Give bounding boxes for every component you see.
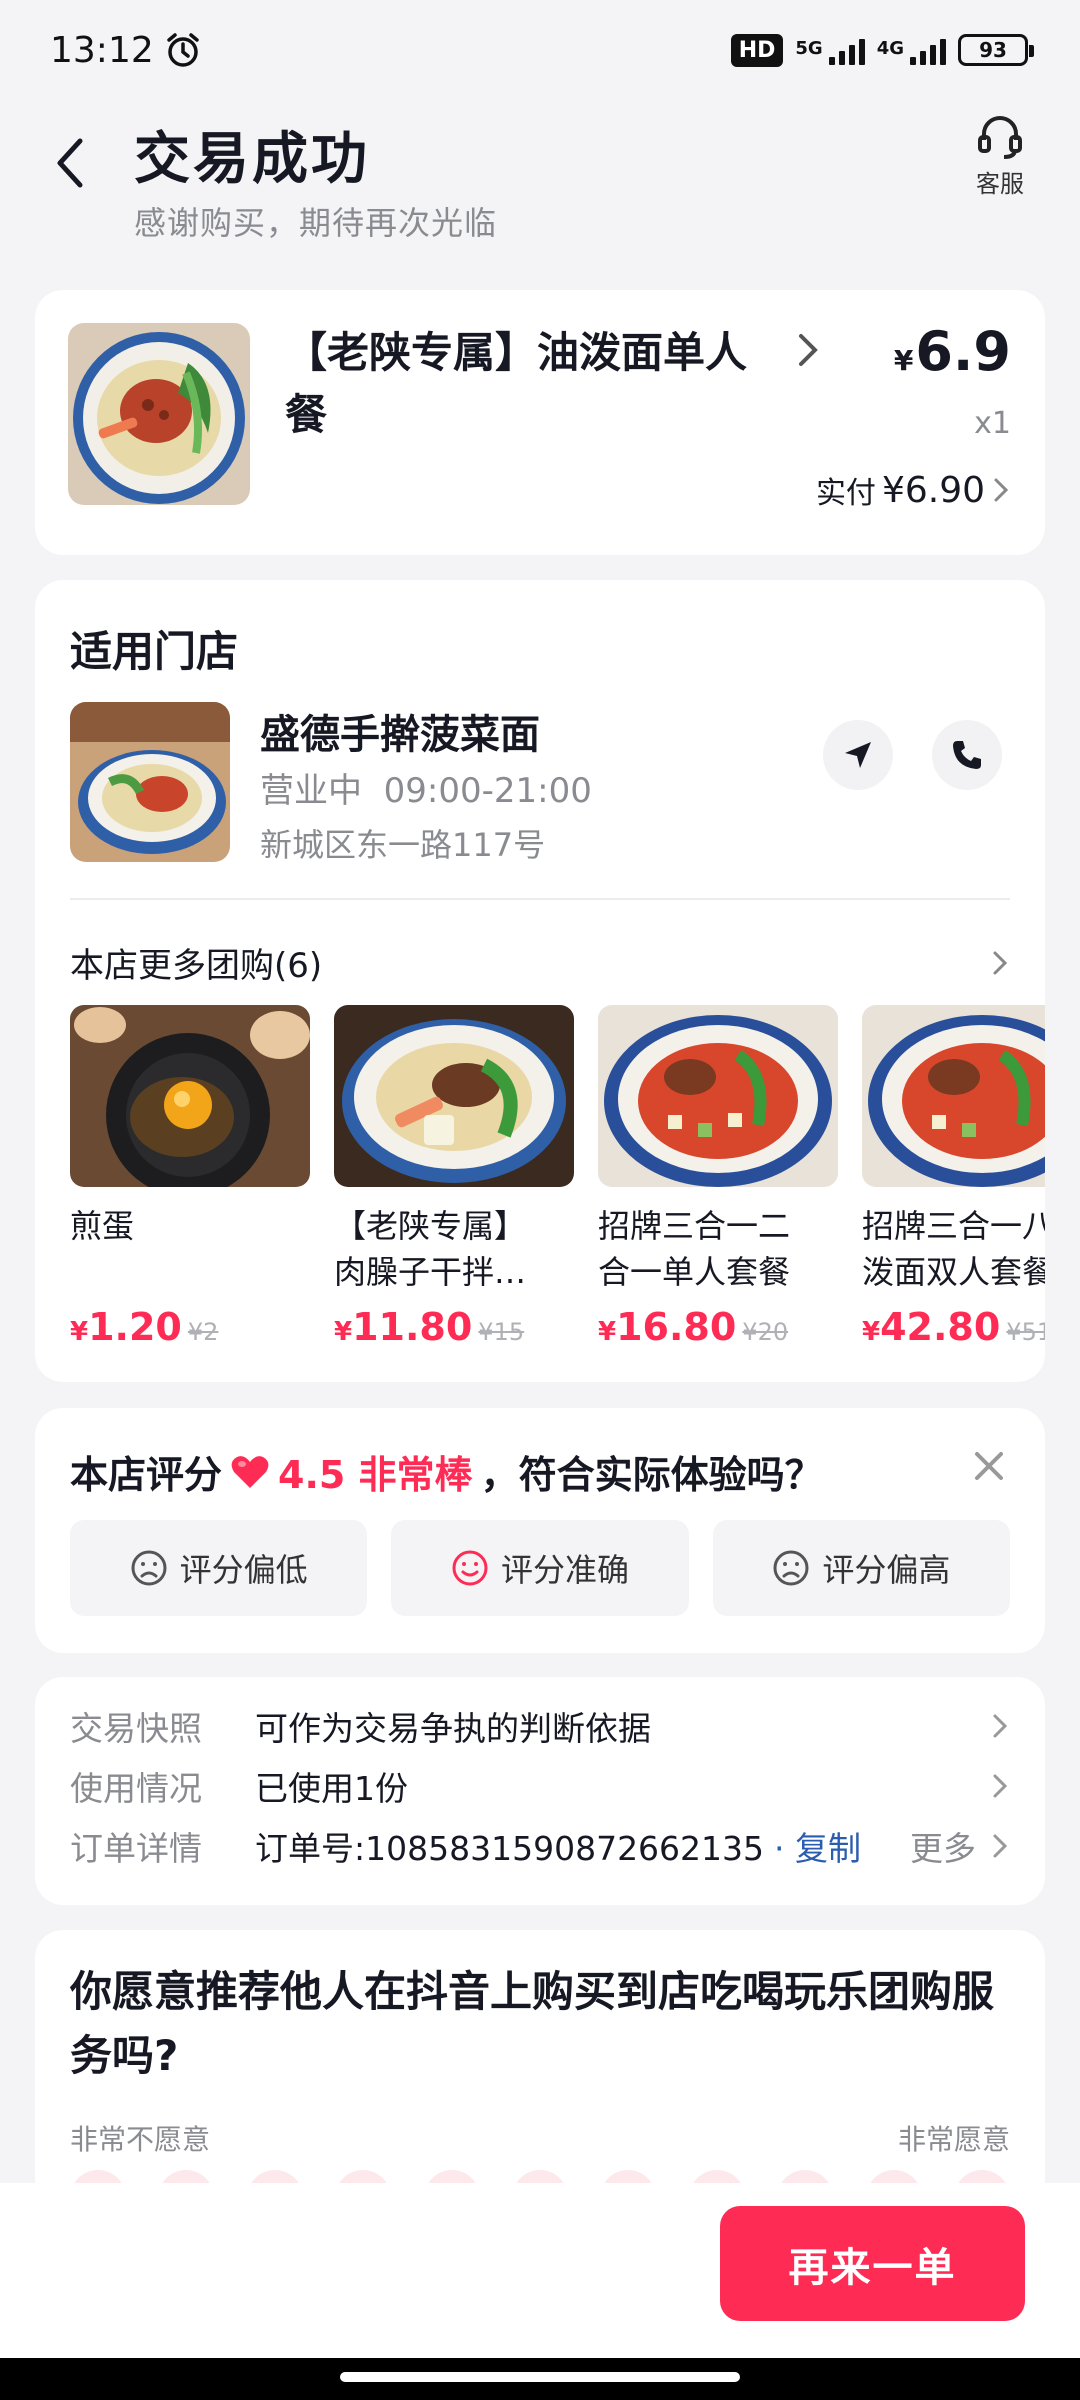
product-image xyxy=(68,323,250,505)
deal-price: ¥1.20 ¥2 xyxy=(70,1305,219,1349)
chevron-right-icon xyxy=(799,334,818,366)
battery-level: 93 xyxy=(979,38,1007,62)
close-icon[interactable] xyxy=(971,1448,1007,1484)
store-image[interactable] xyxy=(70,702,230,862)
deal-name: 招牌三合一八 泼面双人套餐 xyxy=(862,1207,1045,1291)
chevron-right-icon xyxy=(993,1714,1008,1738)
alarm-icon xyxy=(167,33,199,67)
store-name[interactable]: 盛德手擀菠菜面 xyxy=(260,702,540,760)
call-button[interactable] xyxy=(932,720,1002,790)
deal-image xyxy=(862,1005,1045,1187)
service-label: 客服 xyxy=(976,170,1024,198)
store-section-title: 适用门店 xyxy=(70,627,239,676)
deal-price: ¥42.80 ¥51 xyxy=(862,1305,1045,1349)
divider xyxy=(70,898,1010,900)
deals-carousel[interactable]: 煎蛋 ¥1.20 ¥2 【老陕专属】 肉臊子干拌… ¥11.80 ¥15 招牌三… xyxy=(70,1005,1045,1365)
headset-icon xyxy=(978,116,1022,159)
signal-icon xyxy=(828,35,865,65)
rating-high-button[interactable]: 评分偏高 xyxy=(712,1520,1010,1616)
paid-amount: ¥6.90 xyxy=(881,469,985,511)
rating-options: 评分偏低 评分准确 评分偏高 xyxy=(70,1520,1010,1616)
product-card[interactable]: 【老陕专属】油泼面单人餐 ¥6.9 x1 实付 ¥6.90 xyxy=(35,290,1045,555)
rating-question: 本店评分 4.5 非常棒 ，符合实际体验吗？ xyxy=(70,1444,823,1499)
paid-amount-row[interactable]: 实付 ¥6.90 xyxy=(816,468,1011,512)
customer-service-button[interactable]: 客服 xyxy=(960,110,1040,199)
deal-item[interactable]: 招牌三合一八 泼面双人套餐 ¥42.80 ¥51 xyxy=(862,1005,1045,1349)
rating-low-button[interactable]: 评分偏低 xyxy=(70,1520,368,1616)
deal-item[interactable]: 【老陕专属】 肉臊子干拌… ¥11.80 ¥15 xyxy=(334,1005,574,1349)
survey-question: 你愿意推荐他人在抖音上购买到店吃喝玩乐团购服务吗? xyxy=(70,1967,995,2080)
rating-prefix: 本店评分 xyxy=(70,1453,223,1497)
deal-name: 【老陕专属】 肉臊子干拌… xyxy=(334,1207,527,1291)
rating-card: 本店评分 4.5 非常棒 ，符合实际体验吗？ 评分偏低 评分准确 评分偏高 xyxy=(35,1408,1045,1653)
hd-badge: HD xyxy=(730,33,784,67)
deal-item[interactable]: 煎蛋 ¥1.20 ¥2 xyxy=(70,1005,310,1349)
home-indicator[interactable] xyxy=(340,2372,740,2382)
deal-price: ¥16.80 ¥20 xyxy=(598,1305,789,1349)
more-deals-row[interactable]: 本店更多团购(6) xyxy=(70,938,1010,987)
chevron-right-icon xyxy=(994,478,1009,502)
order-detail-row[interactable]: 订单详情 订单号:1085831590872662135 · 复制 更多 xyxy=(70,1821,1010,1871)
product-price: ¥6.9 xyxy=(893,320,1011,383)
deal-name: 煎蛋 xyxy=(70,1207,135,1245)
snapshot-row[interactable]: 交易快照 可作为交易争执的判断依据 xyxy=(70,1701,1010,1751)
network-4g-label: 4G xyxy=(876,37,904,59)
more-deals-label: 本店更多团购(6) xyxy=(70,946,323,986)
store-card: 适用门店 盛德手擀菠菜面 营业中 09:00-21:00 新城区东一路117号 … xyxy=(35,580,1045,1382)
store-hours: 营业中 09:00-21:00 xyxy=(260,763,592,812)
clock-time: 13:12 xyxy=(50,29,154,71)
page-header: 交易成功 感谢购买，期待再次光临 客服 xyxy=(0,100,1080,260)
signal-icon-2 xyxy=(910,35,946,65)
heart-icon xyxy=(231,1455,269,1488)
status-bar: 13:12 HD 5G 4G 93 xyxy=(0,0,1080,100)
navigate-button[interactable] xyxy=(823,720,893,790)
rating-suffix: ，符合实际体验吗？ xyxy=(480,1453,823,1497)
chevron-right-icon xyxy=(993,1834,1008,1858)
sad-face-icon xyxy=(131,1550,167,1586)
rating-score: 4.5 非常棒 xyxy=(278,1453,473,1497)
survey-low-label: 非常不愿意 xyxy=(70,2123,211,2156)
page-subtitle: 感谢购买，期待再次光临 xyxy=(134,204,498,242)
rating-accurate-button[interactable]: 评分准确 xyxy=(391,1520,689,1616)
chevron-right-icon xyxy=(993,951,1008,974)
smile-face-icon xyxy=(452,1550,488,1586)
sad-face-icon xyxy=(773,1550,809,1586)
reorder-button[interactable]: 再来一单 xyxy=(720,2206,1025,2321)
deal-price: ¥11.80 ¥15 xyxy=(334,1305,525,1349)
deal-image xyxy=(598,1005,838,1187)
deal-image xyxy=(70,1005,310,1187)
order-info-card: 交易快照 可作为交易争执的判断依据 使用情况 已使用1份 订单详情 订单号:10… xyxy=(35,1677,1045,1905)
page-title: 交易成功 xyxy=(134,127,370,192)
survey-card: 你愿意推荐他人在抖音上购买到店吃喝玩乐团购服务吗? 非常不愿意 非常愿意 xyxy=(35,1930,1045,2226)
bottom-action-bar: 再来一单 xyxy=(0,2183,1080,2358)
store-status: 营业中 xyxy=(260,771,362,811)
usage-row[interactable]: 使用情况 已使用1份 xyxy=(70,1761,1010,1811)
phone-icon xyxy=(953,741,981,769)
product-quantity: x1 xyxy=(974,406,1011,441)
survey-high-label: 非常愿意 xyxy=(897,2123,1010,2156)
battery-icon: 93 xyxy=(958,34,1034,66)
product-name[interactable]: 【老陕专属】油泼面单人餐 xyxy=(285,322,755,446)
deal-image xyxy=(334,1005,574,1187)
more-link[interactable]: 更多 xyxy=(910,1822,976,1870)
order-number: 订单号:1085831590872662135 xyxy=(255,1829,765,1868)
deal-name: 招牌三合一二 合一单人套餐 xyxy=(598,1207,791,1291)
copy-button[interactable]: · 复制 xyxy=(774,1822,861,1870)
store-hours-value: 09:00-21:00 xyxy=(383,771,592,811)
paid-label: 实付 xyxy=(815,476,876,511)
back-button[interactable] xyxy=(44,128,94,198)
back-arrow-icon xyxy=(57,138,83,188)
navigation-bar xyxy=(0,2358,1080,2400)
chevron-right-icon xyxy=(993,1774,1008,1798)
deal-item[interactable]: 招牌三合一二 合一单人套餐 ¥16.80 ¥20 xyxy=(598,1005,838,1349)
network-5g-label: 5G xyxy=(795,37,823,59)
navigation-icon xyxy=(845,742,871,768)
store-address: 新城区东一路117号 xyxy=(260,826,546,864)
